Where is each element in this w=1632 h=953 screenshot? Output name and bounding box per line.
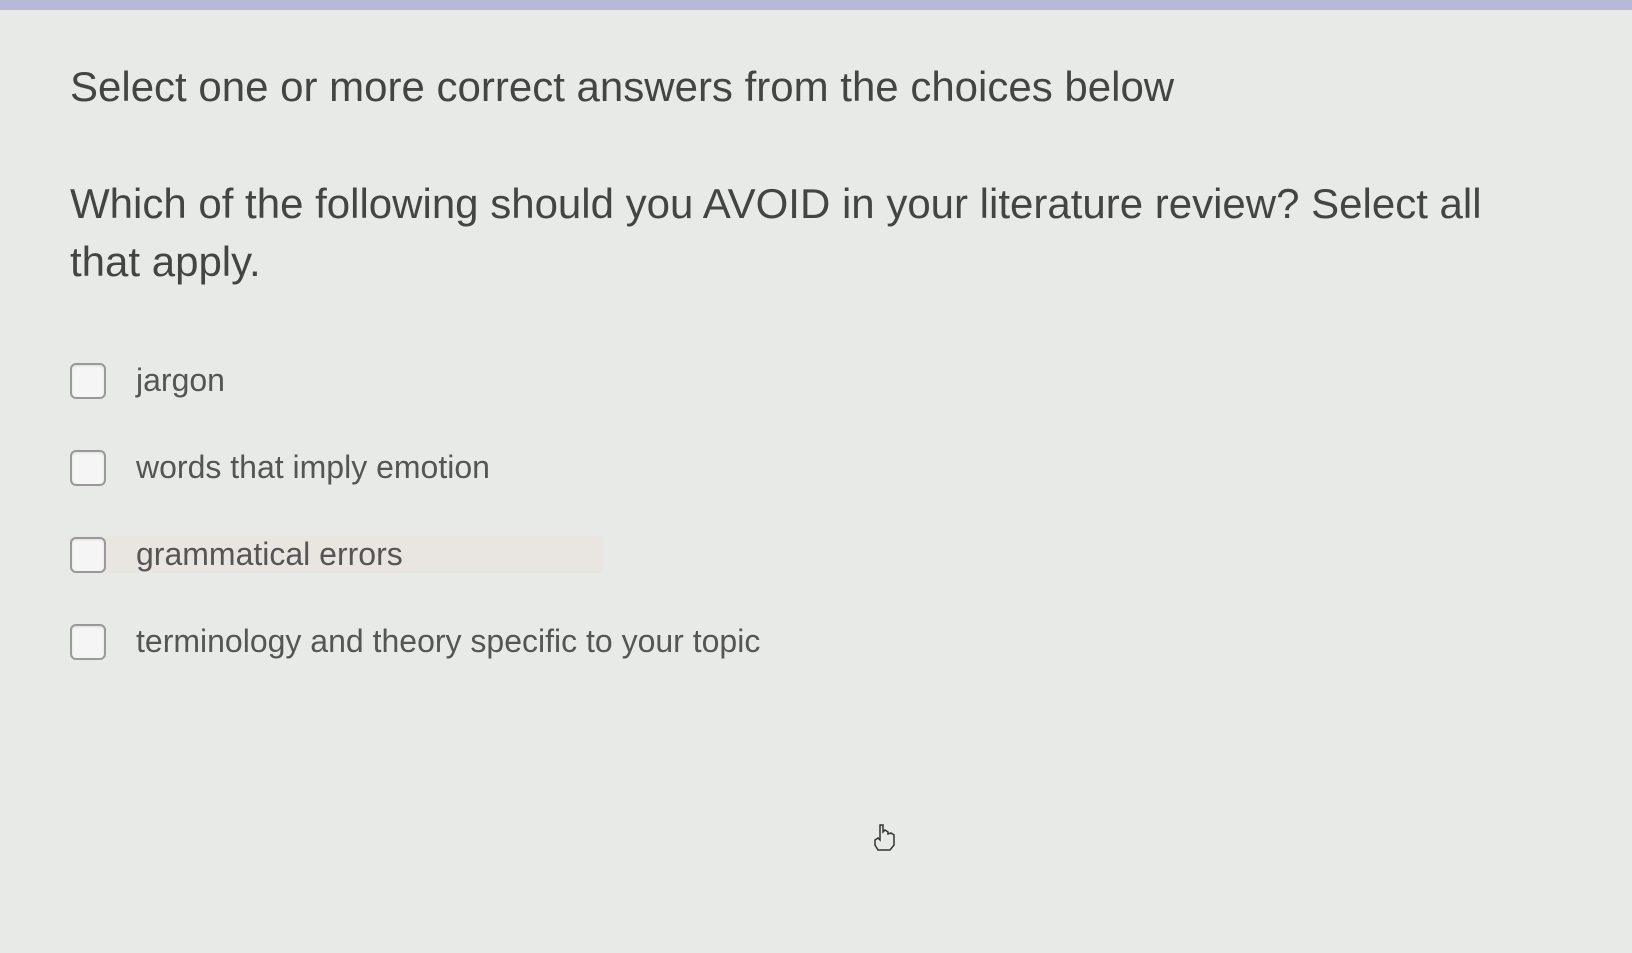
checkbox-emotion-words[interactable] [70, 450, 106, 486]
checkbox-grammatical-errors[interactable] [70, 537, 106, 573]
option-label[interactable]: words that imply emotion [136, 449, 490, 486]
options-list: jargon words that imply emotion grammati… [70, 362, 1562, 660]
option-row: terminology and theory specific to your … [70, 623, 1562, 660]
option-label[interactable]: jargon [136, 362, 225, 399]
instruction-text: Select one or more correct answers from … [70, 60, 1562, 115]
cursor-pointer-icon [870, 820, 900, 855]
option-label[interactable]: grammatical errors [136, 536, 403, 573]
checkbox-terminology[interactable] [70, 624, 106, 660]
option-label[interactable]: terminology and theory specific to your … [136, 623, 760, 660]
option-row: jargon [70, 362, 1562, 399]
option-row: grammatical errors [70, 536, 603, 573]
option-row: words that imply emotion [70, 449, 1562, 486]
checkbox-jargon[interactable] [70, 363, 106, 399]
question-text: Which of the following should you AVOID … [70, 175, 1562, 293]
